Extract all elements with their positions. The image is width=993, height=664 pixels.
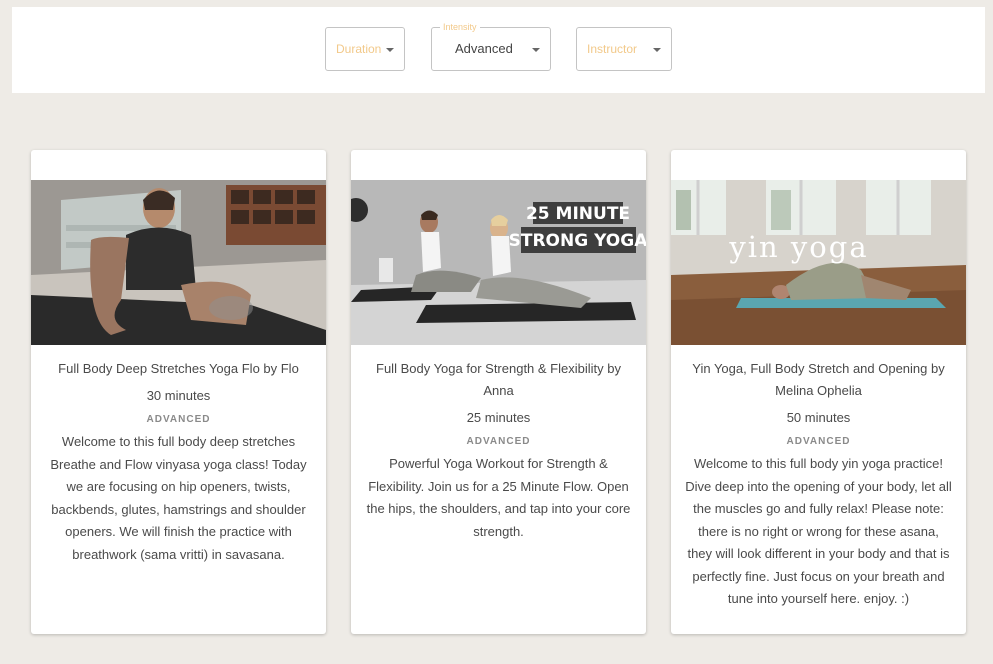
intensity-label: Intensity — [440, 22, 480, 32]
card-body: Full Body Yoga for Strength & Flexibilit… — [365, 358, 632, 543]
class-description: Powerful Yoga Workout for Strength & Fle… — [366, 456, 631, 539]
class-thumbnail[interactable]: yin yoga — [671, 180, 966, 345]
instructor-select[interactable]: Instructor — [576, 27, 672, 71]
class-card[interactable]: 25 MINUTE STRONG YOGA Full Body Yoga for… — [351, 150, 646, 634]
card-body: Yin Yoga, Full Body Stretch and Opening … — [685, 358, 952, 611]
intensity-value: Advanced — [455, 41, 513, 56]
class-description: Welcome to this full body yin yoga pract… — [685, 456, 952, 606]
class-title[interactable]: Full Body Deep Stretches Yoga Flo by Flo — [45, 358, 312, 380]
filter-bar: Duration Intensity Advanced Instructor — [12, 7, 985, 93]
class-level: ADVANCED — [786, 436, 851, 447]
class-level: ADVANCED — [466, 436, 531, 447]
class-thumbnail[interactable]: 25 MINUTE STRONG YOGA — [351, 180, 646, 345]
intensity-select[interactable]: Intensity Advanced — [431, 22, 551, 71]
class-duration: 25 minutes — [466, 410, 531, 425]
thumbnail-caption-line1: 25 MINUTE — [526, 204, 630, 224]
chevron-down-icon — [386, 48, 394, 52]
duration-select[interactable]: Duration — [325, 27, 405, 71]
class-card[interactable]: Full Body Deep Stretches Yoga Flo by Flo… — [31, 150, 326, 634]
duration-placeholder: Duration — [336, 42, 382, 56]
chevron-down-icon — [532, 48, 540, 52]
thumbnail-caption-line2: STRONG YOGA — [509, 231, 646, 251]
class-description: Welcome to this full body deep stretches… — [50, 434, 307, 562]
card-body: Full Body Deep Stretches Yoga Flo by Flo… — [45, 358, 312, 566]
class-title[interactable]: Full Body Yoga for Strength & Flexibilit… — [365, 358, 632, 402]
class-title[interactable]: Yin Yoga, Full Body Stretch and Opening … — [685, 358, 952, 402]
class-duration: 30 minutes — [146, 388, 211, 403]
chevron-down-icon — [653, 48, 661, 52]
instructor-placeholder: Instructor — [587, 42, 638, 56]
class-card[interactable]: yin yoga Yin Yoga, Full Body Stretch and… — [671, 150, 966, 634]
thumbnail-caption: yin yoga — [728, 230, 868, 264]
class-duration: 50 minutes — [786, 410, 851, 425]
class-thumbnail[interactable] — [31, 180, 326, 345]
class-level: ADVANCED — [146, 414, 211, 425]
